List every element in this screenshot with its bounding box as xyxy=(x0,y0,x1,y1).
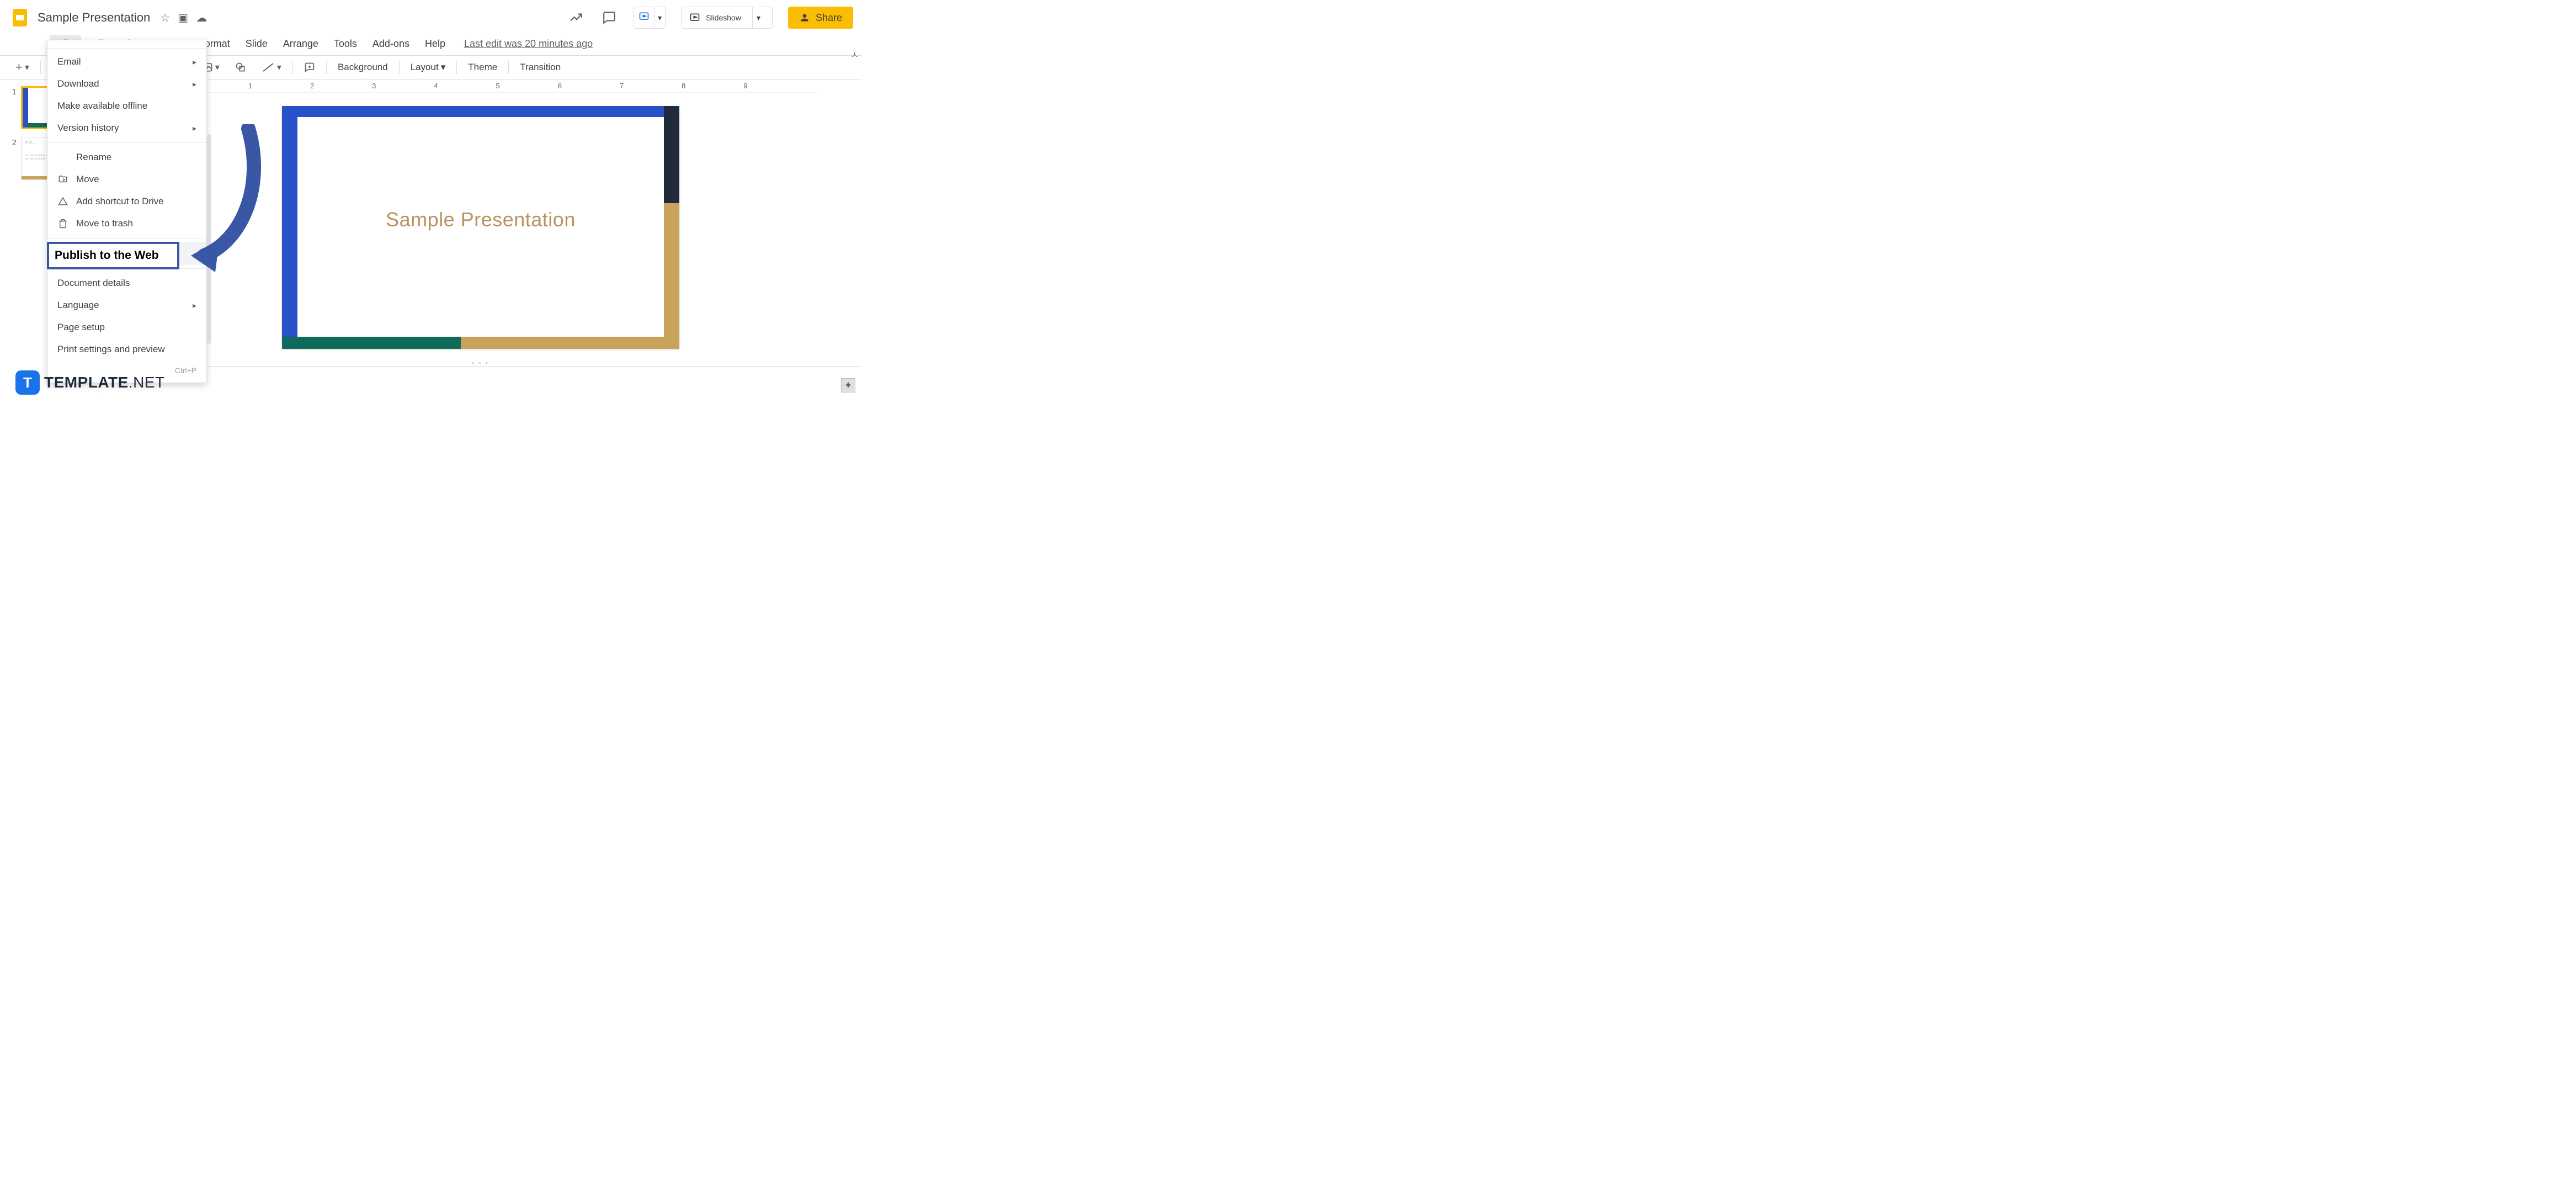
submenu-arrow-icon: ▸ xyxy=(193,79,196,89)
folder-move-icon xyxy=(57,174,68,185)
activity-icon[interactable] xyxy=(567,9,585,26)
slides-logo[interactable] xyxy=(9,7,31,29)
star-icon[interactable]: ☆ xyxy=(160,11,170,25)
chevron-down-icon[interactable]: ▾ xyxy=(654,7,665,28)
menu-item-page-setup[interactable]: Page setup xyxy=(47,316,206,338)
cloud-icon[interactable]: ☁ xyxy=(196,11,207,25)
present-dropdown[interactable]: ▾ xyxy=(634,7,666,29)
annotation-label: Publish to the Web xyxy=(55,249,159,262)
slideshow-label: Slideshow xyxy=(706,13,741,22)
separator xyxy=(292,61,293,74)
thumb-number: 2 xyxy=(6,138,17,147)
menu-item-language[interactable]: Language▸ xyxy=(47,294,206,316)
menu-item-print-preview[interactable]: Print settings and preview xyxy=(47,338,206,360)
comments-icon[interactable] xyxy=(600,9,618,26)
submenu-arrow-icon: ▸ xyxy=(193,57,196,67)
comment-button[interactable] xyxy=(300,60,320,75)
transition-button[interactable]: Transition xyxy=(515,60,565,75)
menu-slide[interactable]: Slide xyxy=(238,35,275,53)
separator xyxy=(399,61,400,74)
slide-title[interactable]: Sample Presentation xyxy=(282,208,679,231)
menu-item-trash[interactable]: Move to trash xyxy=(47,213,206,235)
theme-button[interactable]: Theme xyxy=(464,60,502,75)
slide-canvas[interactable]: Sample Presentation xyxy=(282,106,679,349)
separator xyxy=(326,61,327,74)
annotation-highlight: Publish to the Web xyxy=(47,242,179,269)
file-menu-dropdown: Email▸ Download▸ Make available offline … xyxy=(47,40,207,383)
collapse-toolbar-icon[interactable]: ㅅ xyxy=(850,47,859,61)
move-icon[interactable]: ▣ xyxy=(178,11,188,25)
menu-addons[interactable]: Add-ons xyxy=(365,35,417,53)
separator xyxy=(508,61,509,74)
share-label: Share xyxy=(816,12,842,24)
watermark: T TEMPLATE.NET xyxy=(15,370,165,395)
watermark-logo: T xyxy=(15,370,40,395)
menu-item-shortcut[interactable]: Add shortcut to Drive xyxy=(47,190,206,213)
annotation-arrow xyxy=(188,124,265,280)
last-edit-link[interactable]: Last edit was 20 minutes ago xyxy=(464,38,593,50)
submenu-arrow-icon: ▸ xyxy=(193,301,196,310)
share-button[interactable]: Share xyxy=(788,7,853,29)
drive-shortcut-icon xyxy=(57,196,68,207)
explore-button[interactable]: ✦ xyxy=(841,378,855,392)
menu-item-make-copy[interactable] xyxy=(47,43,206,49)
menu-item-offline[interactable]: Make available offline xyxy=(47,95,206,117)
speaker-notes[interactable]: d speaker notes xyxy=(99,366,862,399)
shape-button[interactable] xyxy=(231,60,251,75)
background-button[interactable]: Background xyxy=(333,60,392,75)
thumb-number: 1 xyxy=(6,87,17,97)
menu-tools[interactable]: Tools xyxy=(326,35,365,53)
menu-item-version-history[interactable]: Version history▸ xyxy=(47,117,206,139)
menu-item-move[interactable]: Move xyxy=(47,168,206,190)
new-slide-button[interactable]: + ▾ xyxy=(11,58,34,77)
titlebar: Sample Presentation ☆ ▣ ☁ ▾ Slideshow ▾ … xyxy=(0,0,862,35)
line-button[interactable]: ▾ xyxy=(257,60,286,75)
menu-item-rename[interactable]: Rename xyxy=(47,146,206,168)
document-title[interactable]: Sample Presentation xyxy=(38,10,150,25)
ruler: 1 2 3 4 5 6 7 8 9 xyxy=(199,79,818,93)
separator xyxy=(40,61,41,74)
menu-arrange[interactable]: Arrange xyxy=(275,35,326,53)
resize-handle[interactable]: • • • xyxy=(99,360,862,366)
chevron-down-icon[interactable]: ▾ xyxy=(752,7,764,28)
trash-icon xyxy=(57,218,68,229)
menu-separator xyxy=(47,142,206,143)
menu-item-doc-details[interactable]: Document details xyxy=(47,272,206,294)
slideshow-button[interactable]: Slideshow ▾ xyxy=(681,7,773,29)
layout-button[interactable]: Layout ▾ xyxy=(406,60,450,75)
menu-item-email[interactable]: Email▸ xyxy=(47,51,206,73)
menu-help[interactable]: Help xyxy=(417,35,453,53)
separator xyxy=(456,61,457,74)
menu-item-download[interactable]: Download▸ xyxy=(47,73,206,95)
